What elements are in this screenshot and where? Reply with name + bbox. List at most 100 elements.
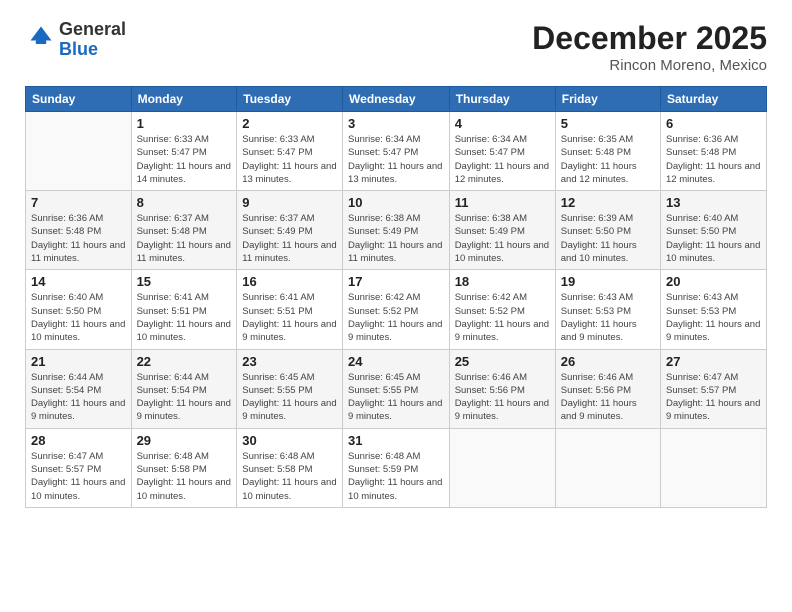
- day-info: Sunrise: 6:35 AMSunset: 5:48 PMDaylight:…: [561, 133, 655, 186]
- logo-blue-text: Blue: [59, 39, 98, 59]
- day-number: 8: [137, 195, 232, 210]
- day-number: 9: [242, 195, 337, 210]
- table-row: 27 Sunrise: 6:47 AMSunset: 5:57 PMDayligh…: [661, 349, 767, 428]
- day-info: Sunrise: 6:36 AMSunset: 5:48 PMDaylight:…: [31, 212, 126, 265]
- day-info: Sunrise: 6:33 AMSunset: 5:47 PMDaylight:…: [137, 133, 232, 186]
- day-info: Sunrise: 6:44 AMSunset: 5:54 PMDaylight:…: [31, 371, 126, 424]
- table-row: 22 Sunrise: 6:44 AMSunset: 5:54 PMDayligh…: [131, 349, 237, 428]
- day-number: 21: [31, 354, 126, 369]
- day-info: Sunrise: 6:39 AMSunset: 5:50 PMDaylight:…: [561, 212, 655, 265]
- day-info: Sunrise: 6:48 AMSunset: 5:58 PMDaylight:…: [137, 450, 232, 503]
- day-number: 25: [455, 354, 550, 369]
- day-info: Sunrise: 6:42 AMSunset: 5:52 PMDaylight:…: [348, 291, 444, 344]
- day-info: Sunrise: 6:37 AMSunset: 5:49 PMDaylight:…: [242, 212, 337, 265]
- col-thursday: Thursday: [449, 87, 555, 112]
- table-row: 7Sunrise: 6:36 AMSunset: 5:48 PMDaylight…: [26, 191, 132, 270]
- calendar-week-row: 7Sunrise: 6:36 AMSunset: 5:48 PMDaylight…: [26, 191, 767, 270]
- day-number: 1: [137, 116, 232, 131]
- table-row: [555, 428, 660, 507]
- logo-icon: [27, 23, 55, 51]
- title-block: December 2025 Rincon Moreno, Mexico: [532, 20, 767, 74]
- day-info: Sunrise: 6:47 AMSunset: 5:57 PMDaylight:…: [666, 371, 761, 424]
- col-tuesday: Tuesday: [237, 87, 343, 112]
- day-info: Sunrise: 6:38 AMSunset: 5:49 PMDaylight:…: [455, 212, 550, 265]
- day-number: 12: [561, 195, 655, 210]
- table-row: 23Sunrise: 6:45 AMSunset: 5:55 PMDayligh…: [237, 349, 343, 428]
- day-number: 14: [31, 274, 126, 289]
- table-row: 16 Sunrise: 6:41 AMSunset: 5:51 PMDayligh…: [237, 270, 343, 349]
- day-number: 6: [666, 116, 761, 131]
- day-info: Sunrise: 6:41 AMSunset: 5:51 PMDaylight:…: [242, 291, 337, 344]
- day-number: 24: [348, 354, 444, 369]
- day-info: Sunrise: 6:46 AMSunset: 5:56 PMDaylight:…: [455, 371, 550, 424]
- table-row: [26, 112, 132, 191]
- calendar-week-row: 28 Sunrise: 6:47 AMSunset: 5:57 PMDayligh…: [26, 428, 767, 507]
- day-info: Sunrise: 6:45 AMSunset: 5:55 PMDaylight:…: [348, 371, 444, 424]
- day-info: Sunrise: 6:48 AMSunset: 5:58 PMDaylight:…: [242, 450, 337, 503]
- page: General Blue December 2025 Rincon Moreno…: [0, 0, 792, 612]
- table-row: 1 Sunrise: 6:33 AMSunset: 5:47 PMDaylight…: [131, 112, 237, 191]
- day-info: Sunrise: 6:40 AMSunset: 5:50 PMDaylight:…: [31, 291, 126, 344]
- day-number: 18: [455, 274, 550, 289]
- day-info: Sunrise: 6:46 AMSunset: 5:56 PMDaylight:…: [561, 371, 655, 424]
- table-row: 13 Sunrise: 6:40 AMSunset: 5:50 PMDayligh…: [661, 191, 767, 270]
- table-row: 19 Sunrise: 6:43 AMSunset: 5:53 PMDayligh…: [555, 270, 660, 349]
- day-info: Sunrise: 6:44 AMSunset: 5:54 PMDaylight:…: [137, 371, 232, 424]
- day-number: 30: [242, 433, 337, 448]
- day-info: Sunrise: 6:40 AMSunset: 5:50 PMDaylight:…: [666, 212, 761, 265]
- col-saturday: Saturday: [661, 87, 767, 112]
- table-row: 10Sunrise: 6:38 AMSunset: 5:49 PMDayligh…: [343, 191, 450, 270]
- table-row: 12 Sunrise: 6:39 AMSunset: 5:50 PMDayligh…: [555, 191, 660, 270]
- day-number: 20: [666, 274, 761, 289]
- day-info: Sunrise: 6:34 AMSunset: 5:47 PMDaylight:…: [455, 133, 550, 186]
- month-title: December 2025: [532, 20, 767, 57]
- day-number: 28: [31, 433, 126, 448]
- location: Rincon Moreno, Mexico: [532, 57, 767, 74]
- table-row: 21 Sunrise: 6:44 AMSunset: 5:54 PMDayligh…: [26, 349, 132, 428]
- day-info: Sunrise: 6:33 AMSunset: 5:47 PMDaylight:…: [242, 133, 337, 186]
- table-row: [449, 428, 555, 507]
- day-info: Sunrise: 6:37 AMSunset: 5:48 PMDaylight:…: [137, 212, 232, 265]
- header: General Blue December 2025 Rincon Moreno…: [25, 20, 767, 74]
- table-row: 24 Sunrise: 6:45 AMSunset: 5:55 PMDayligh…: [343, 349, 450, 428]
- table-row: 9 Sunrise: 6:37 AMSunset: 5:49 PMDaylight…: [237, 191, 343, 270]
- table-row: 8 Sunrise: 6:37 AMSunset: 5:48 PMDaylight…: [131, 191, 237, 270]
- day-number: 16: [242, 274, 337, 289]
- day-number: 22: [137, 354, 232, 369]
- table-row: 31 Sunrise: 6:48 AMSunset: 5:59 PMDayligh…: [343, 428, 450, 507]
- day-info: Sunrise: 6:48 AMSunset: 5:59 PMDaylight:…: [348, 450, 444, 503]
- day-number: 15: [137, 274, 232, 289]
- table-row: 15Sunrise: 6:41 AMSunset: 5:51 PMDayligh…: [131, 270, 237, 349]
- day-number: 27: [666, 354, 761, 369]
- logo: General Blue: [25, 20, 126, 60]
- calendar-table: Sunday Monday Tuesday Wednesday Thursday…: [25, 86, 767, 508]
- day-number: 13: [666, 195, 761, 210]
- col-wednesday: Wednesday: [343, 87, 450, 112]
- day-info: Sunrise: 6:43 AMSunset: 5:53 PMDaylight:…: [561, 291, 655, 344]
- calendar-week-row: 21 Sunrise: 6:44 AMSunset: 5:54 PMDayligh…: [26, 349, 767, 428]
- day-number: 2: [242, 116, 337, 131]
- table-row: 14 Sunrise: 6:40 AMSunset: 5:50 PMDayligh…: [26, 270, 132, 349]
- calendar-header-row: Sunday Monday Tuesday Wednesday Thursday…: [26, 87, 767, 112]
- logo-general-text: General: [59, 19, 126, 39]
- day-number: 4: [455, 116, 550, 131]
- day-number: 31: [348, 433, 444, 448]
- table-row: 25 Sunrise: 6:46 AMSunset: 5:56 PMDayligh…: [449, 349, 555, 428]
- table-row: 6 Sunrise: 6:36 AMSunset: 5:48 PMDaylight…: [661, 112, 767, 191]
- day-number: 26: [561, 354, 655, 369]
- day-number: 19: [561, 274, 655, 289]
- table-row: 17Sunrise: 6:42 AMSunset: 5:52 PMDayligh…: [343, 270, 450, 349]
- day-info: Sunrise: 6:43 AMSunset: 5:53 PMDaylight:…: [666, 291, 761, 344]
- day-info: Sunrise: 6:42 AMSunset: 5:52 PMDaylight:…: [455, 291, 550, 344]
- day-number: 5: [561, 116, 655, 131]
- table-row: 18 Sunrise: 6:42 AMSunset: 5:52 PMDayligh…: [449, 270, 555, 349]
- calendar-week-row: 14 Sunrise: 6:40 AMSunset: 5:50 PMDayligh…: [26, 270, 767, 349]
- table-row: 2 Sunrise: 6:33 AMSunset: 5:47 PMDaylight…: [237, 112, 343, 191]
- day-info: Sunrise: 6:47 AMSunset: 5:57 PMDaylight:…: [31, 450, 126, 503]
- day-info: Sunrise: 6:36 AMSunset: 5:48 PMDaylight:…: [666, 133, 761, 186]
- col-monday: Monday: [131, 87, 237, 112]
- table-row: 5 Sunrise: 6:35 AMSunset: 5:48 PMDaylight…: [555, 112, 660, 191]
- day-number: 10: [348, 195, 444, 210]
- col-friday: Friday: [555, 87, 660, 112]
- day-number: 3: [348, 116, 444, 131]
